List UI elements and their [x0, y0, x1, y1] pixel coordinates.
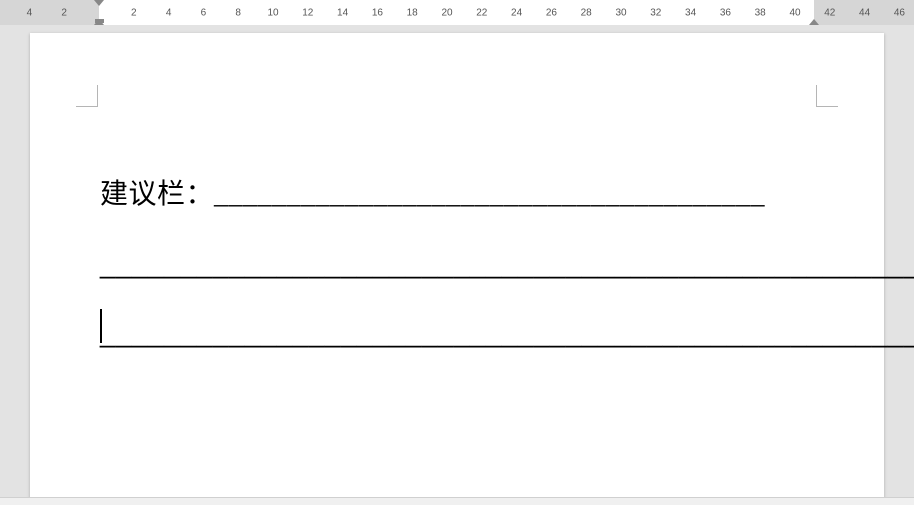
ruler-tick: 2 [131, 7, 137, 18]
ruler-tick: 24 [511, 7, 522, 18]
text-line-2[interactable]: ________________________________________… [100, 242, 824, 287]
ruler-tick: 34 [685, 7, 696, 18]
ruler-scale: 4224681012141618202224262830323436384042… [0, 0, 914, 25]
ruler-tick: 12 [302, 7, 313, 18]
page[interactable]: 建议栏：____________________________________… [30, 33, 884, 497]
first-line-indent-marker[interactable] [94, 0, 104, 6]
ruler-tick: 28 [581, 7, 592, 18]
ruler-tick: 20 [441, 7, 452, 18]
field-label: 建议栏： [100, 179, 214, 210]
ruler-tick: 4 [27, 7, 33, 18]
blank-line: ______________________________________ [214, 179, 765, 210]
text-cursor [100, 309, 102, 343]
ruler-tick: 2 [61, 7, 67, 18]
document-viewport[interactable]: 建议栏：____________________________________… [0, 25, 914, 497]
ruler-tick: 8 [235, 7, 241, 18]
ruler-tick: 38 [755, 7, 766, 18]
ruler-tick: 6 [201, 7, 207, 18]
ruler-tick: 44 [859, 7, 870, 18]
ruler-tick: 36 [720, 7, 731, 18]
ruler-tick: 22 [476, 7, 487, 18]
ruler-tick: 32 [650, 7, 661, 18]
text-line-3[interactable]: ________________________________________… [100, 311, 824, 356]
ruler-tick: 16 [372, 7, 383, 18]
ruler-tick: 26 [546, 7, 557, 18]
horizontal-scrollbar[interactable] [0, 497, 914, 505]
left-indent-marker[interactable] [95, 19, 104, 23]
ruler-tick: 10 [267, 7, 278, 18]
ruler-tick: 42 [824, 7, 835, 18]
document-body[interactable]: 建议栏：____________________________________… [100, 173, 824, 379]
ruler-tick: 30 [615, 7, 626, 18]
ruler-tick: 46 [894, 7, 905, 18]
ruler-tick: 18 [407, 7, 418, 18]
ruler-tick: 14 [337, 7, 348, 18]
text-line-1[interactable]: 建议栏：____________________________________… [100, 173, 824, 218]
ruler-tick: 40 [789, 7, 800, 18]
ruler-tick: 4 [166, 7, 172, 18]
margin-guide-top-right [816, 85, 838, 107]
margin-guide-top-left [76, 85, 98, 107]
horizontal-ruler[interactable]: 4224681012141618202224262830323436384042… [0, 0, 914, 25]
